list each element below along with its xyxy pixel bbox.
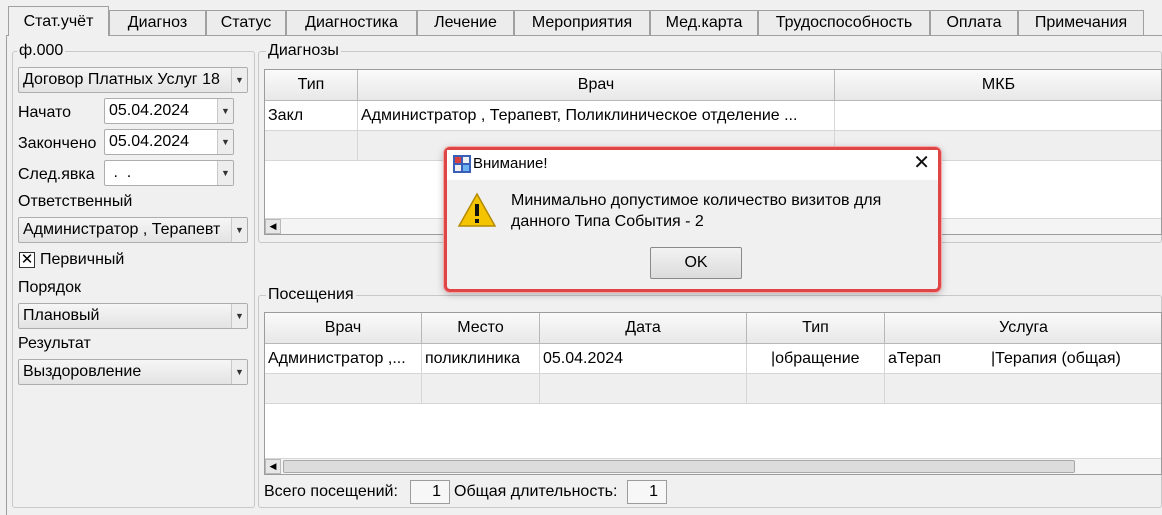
column-header-mkb[interactable]: МКБ (835, 70, 1161, 101)
tab-work-capacity[interactable]: Трудоспособность (758, 10, 930, 35)
empty-cell (265, 131, 358, 161)
empty-cell (747, 374, 885, 404)
table-cell[interactable]: Закл (265, 101, 358, 131)
visits-title: Посещения (266, 286, 356, 304)
table-cell[interactable]: аТерап (885, 344, 988, 374)
end-date-field[interactable]: 05.04.2024 ▼ (104, 129, 234, 155)
scroll-left-icon[interactable]: ◀ (265, 459, 281, 474)
chevron-down-icon: ▼ (217, 99, 233, 123)
next-visit-label: След.явка (18, 166, 95, 183)
chevron-down-icon: ▼ (217, 130, 233, 154)
scroll-thumb[interactable] (283, 460, 1075, 473)
start-date-field[interactable]: 05.04.2024 ▼ (104, 98, 234, 124)
responsible-value: Администратор , Терапевт (23, 221, 221, 238)
column-header-date[interactable]: Дата (540, 313, 747, 344)
order-value: Плановый (23, 307, 100, 324)
tab-med-card[interactable]: Мед.карта (650, 10, 758, 35)
chevron-down-icon: ▼ (231, 68, 247, 92)
diagnoses-title: Диагнозы (266, 42, 341, 60)
table-cell[interactable]: Администратор , Терапевт, Поликлиническо… (358, 101, 835, 131)
order-select[interactable]: Плановый ▼ (18, 303, 248, 329)
contract-value: Договор Платных Услуг 18 (23, 71, 220, 88)
end-label: Закончено (18, 135, 97, 152)
visits-table: Врач Место Дата Тип Услуга Администратор… (264, 312, 1162, 475)
chevron-down-icon: ▼ (231, 218, 247, 242)
table-cell[interactable] (835, 101, 1161, 131)
column-header-service[interactable]: Услуга (885, 313, 1161, 344)
tab-diagnosis[interactable]: Диагноз (109, 10, 206, 35)
primary-label: Первичный (40, 251, 125, 268)
table-cell[interactable]: 05.04.2024 (540, 344, 747, 374)
dialog-titlebar[interactable]: Внимание! ✕ (447, 150, 938, 180)
total-visits-value: 1 (410, 480, 450, 504)
tab-bar: Стат.учёт Диагноз Статус Диагностика Леч… (0, 0, 1162, 36)
contract-select[interactable]: Договор Платных Услуг 18 ▼ (18, 67, 248, 93)
ok-button[interactable]: OK (650, 247, 742, 279)
table-cell[interactable]: поликлиника (422, 344, 540, 374)
empty-cell (885, 374, 1161, 404)
column-header-doctor[interactable]: Врач (358, 70, 835, 101)
table-cell[interactable]: Администратор ,... (265, 344, 422, 374)
end-date-value: 05.04.2024 (109, 133, 190, 150)
column-header-place[interactable]: Место (422, 313, 540, 344)
next-visit-field[interactable]: . . ▼ (104, 160, 234, 186)
responsible-select[interactable]: Администратор , Терапевт ▼ (18, 217, 248, 243)
dialog-message: Минимально допустимое количество визитов… (511, 190, 931, 232)
result-select[interactable]: Выздоровление ▼ (18, 359, 248, 385)
column-header-type[interactable]: Тип (265, 70, 358, 101)
chevron-down-icon: ▼ (231, 304, 247, 328)
table-cell[interactable]: |обращение (747, 344, 885, 374)
result-label: Результат (18, 335, 91, 352)
warning-dialog: Внимание! ✕ Минимально допустимое количе… (444, 147, 941, 292)
chevron-down-icon: ▼ (217, 161, 233, 185)
tab-diagnostics[interactable]: Диагностика (286, 10, 417, 35)
table-cell[interactable]: |Терапия (общая) (988, 344, 1161, 374)
chevron-down-icon: ▼ (231, 360, 247, 384)
empty-cell (540, 374, 747, 404)
column-header-doctor[interactable]: Врач (265, 313, 422, 344)
empty-cell (422, 374, 540, 404)
tab-payment[interactable]: Оплата (930, 10, 1018, 35)
responsible-label: Ответственный (18, 193, 133, 210)
tab-stat-uchet[interactable]: Стат.учёт (8, 6, 109, 36)
dialog-title: Внимание! (473, 155, 548, 172)
tab-status[interactable]: Статус (206, 10, 286, 35)
order-label: Порядок (18, 279, 82, 296)
next-visit-value: . . (109, 164, 132, 181)
start-label: Начато (18, 104, 72, 121)
dialog-message-line-1: Минимально допустимое количество визитов… (511, 192, 882, 209)
close-icon[interactable]: ✕ (913, 152, 930, 174)
form-group-title: ф.000 (17, 42, 66, 60)
primary-checkbox[interactable]: ✕ (19, 252, 35, 268)
result-value: Выздоровление (23, 363, 142, 380)
tab-notes[interactable]: Примечания (1018, 10, 1144, 35)
total-visits-label: Всего посещений: (264, 483, 398, 500)
tab-treatment[interactable]: Лечение (417, 10, 514, 35)
empty-cell (265, 374, 422, 404)
column-header-type[interactable]: Тип (747, 313, 885, 344)
total-duration-label: Общая длительность: (454, 483, 618, 500)
horizontal-scrollbar[interactable]: ◀ (265, 458, 1161, 474)
app-icon (453, 155, 471, 173)
tab-activities[interactable]: Мероприятия (514, 10, 650, 35)
total-duration-value: 1 (627, 480, 667, 504)
dialog-message-line-2: данного Типа События - 2 (511, 213, 704, 230)
start-date-value: 05.04.2024 (109, 102, 190, 119)
scroll-left-icon[interactable]: ◀ (265, 219, 281, 234)
warning-icon (457, 192, 497, 227)
